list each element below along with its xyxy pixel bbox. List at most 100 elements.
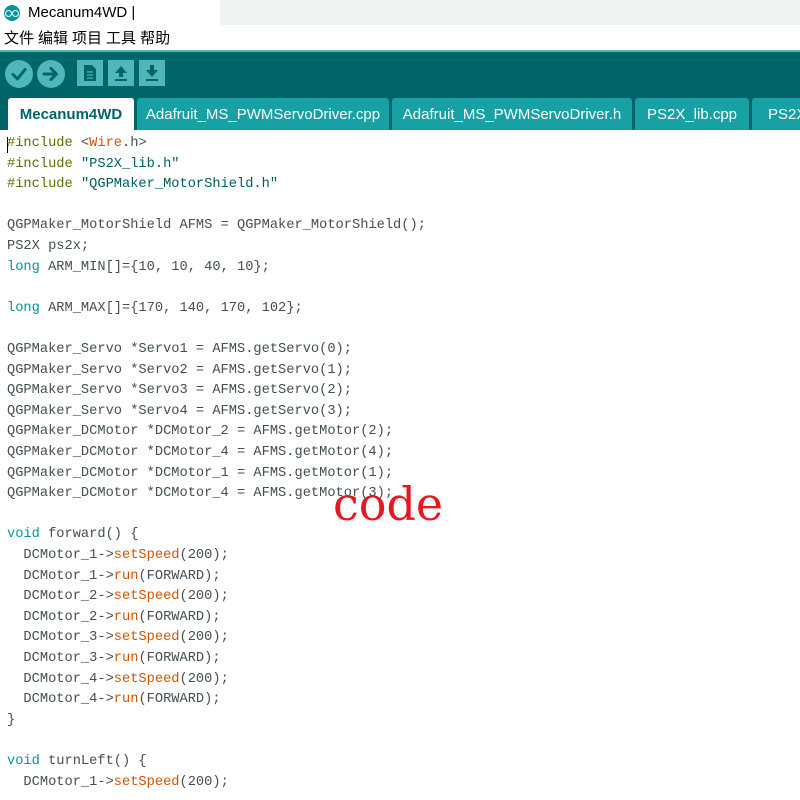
tab-ps2x-lib-h[interactable]: PS2X	[752, 98, 800, 130]
open-sketch-button[interactable]	[108, 60, 134, 86]
open-icon	[115, 66, 127, 81]
code-token: setSpeed	[113, 548, 180, 563]
code-token: DCMotor_1->	[7, 568, 114, 584]
code-token: (FORWARD);	[138, 692, 221, 708]
code-token: run	[113, 651, 139, 666]
code-token: .h>	[122, 136, 147, 151]
code-line[interactable]: DCMotor_2->run(FORWARD);	[7, 608, 221, 628]
code-token: DCMotor_1->	[7, 774, 114, 790]
code-token: (200);	[179, 589, 229, 605]
code-token: long	[7, 300, 40, 316]
verify-button[interactable]	[5, 60, 33, 88]
code-token: void	[7, 527, 40, 543]
code-line[interactable]: QGPMaker_MotorShield AFMS = QGPMaker_Mot…	[7, 216, 426, 236]
menu-edit[interactable]: 编辑	[38, 27, 68, 48]
code-line[interactable]: }	[7, 711, 15, 731]
code-token: QGPMaker_MotorShield AFMS = QGPMaker_Mot…	[7, 218, 426, 234]
code-token: ARM_MAX[]={170, 140, 170, 102};	[39, 300, 303, 316]
code-token: }	[7, 712, 16, 728]
code-token: (FORWARD);	[138, 609, 221, 625]
code-line[interactable]: QGPMaker_Servo *Servo3 = AFMS.getServo(2…	[7, 381, 352, 401]
tab-pwm-servo-driver-cpp[interactable]: Adafruit_MS_PWMServoDriver.cpp	[137, 98, 389, 130]
code-line[interactable]: void forward() {	[7, 525, 138, 545]
code-token: forward() {	[39, 527, 139, 543]
code-token: DCMotor_3->	[7, 630, 114, 646]
code-token: "PS2X_lib.h"	[80, 156, 180, 172]
tab-ps2x-lib-cpp[interactable]: PS2X_lib.cpp	[635, 98, 749, 130]
code-token: QGPMaker_Servo *Servo3 = AFMS.getServo(2…	[7, 383, 352, 399]
menu-help[interactable]: 帮助	[140, 27, 170, 48]
code-line[interactable]: QGPMaker_Servo *Servo1 = AFMS.getServo(0…	[7, 340, 352, 360]
code-line[interactable]: void turnLeft() {	[7, 752, 147, 772]
code-line[interactable]: DCMotor_3->run(FORWARD);	[7, 649, 221, 669]
code-token: DCMotor_2->	[7, 589, 114, 605]
code-token: #include	[7, 177, 81, 193]
upload-button[interactable]	[37, 60, 65, 88]
new-sketch-button[interactable]	[77, 60, 103, 86]
code-token: DCMotor_1->	[7, 548, 114, 563]
code-token: run	[113, 609, 139, 625]
code-line[interactable]: DCMotor_3->setSpeed(200);	[7, 628, 229, 648]
code-token: QGPMaker_Servo *Servo1 = AFMS.getServo(0…	[7, 342, 352, 357]
code-line[interactable]: long ARM_MIN[]={10, 10, 40, 10};	[7, 258, 270, 278]
code-token: ARM_MIN[]={10, 10, 40, 10};	[39, 259, 270, 275]
code-token: <	[80, 136, 90, 151]
menu-file[interactable]: 文件	[4, 27, 34, 48]
code-token: QGPMaker_DCMotor *DCMotor_2 = AFMS.getMo…	[7, 424, 394, 440]
code-token: run	[113, 692, 139, 708]
menu-bar: 文件 编辑 项目 工具 帮助	[0, 25, 800, 50]
window-title: Mecanum4WD |	[28, 4, 136, 21]
code-line[interactable]: DCMotor_1->setSpeed(200);	[7, 546, 229, 566]
code-token: QGPMaker_DCMotor *DCMotor_4 = AFMS.getMo…	[7, 445, 394, 460]
code-line[interactable]: DCMotor_1->setSpeed(200);	[7, 773, 229, 793]
code-line[interactable]: DCMotor_4->run(FORWARD);	[7, 690, 221, 710]
menu-tools[interactable]: 工具	[106, 27, 136, 48]
save-sketch-button[interactable]	[139, 60, 165, 86]
code-line[interactable]: #include "QGPMaker_MotorShield.h"	[7, 175, 278, 195]
code-token: DCMotor_4->	[7, 692, 114, 708]
save-icon	[146, 65, 158, 81]
menu-project[interactable]: 项目	[72, 27, 102, 48]
code-token: setSpeed	[113, 671, 180, 687]
code-line[interactable]: QGPMaker_DCMotor *DCMotor_2 = AFMS.getMo…	[7, 422, 393, 442]
tab-pwm-servo-driver-h[interactable]: Adafruit_MS_PWMServoDriver.h	[392, 98, 632, 130]
code-line[interactable]: DCMotor_2->setSpeed(200);	[7, 587, 229, 607]
code-token: QGPMaker_Servo *Servo4 = AFMS.getServo(3…	[7, 403, 352, 419]
code-line[interactable]: long ARM_MAX[]={170, 140, 170, 102};	[7, 299, 303, 319]
code-token: PS2X ps2x;	[7, 239, 90, 254]
code-line[interactable]: QGPMaker_Servo *Servo4 = AFMS.getServo(3…	[7, 402, 352, 422]
code-token: (200);	[179, 671, 229, 687]
code-token: DCMotor_2->	[7, 609, 114, 625]
code-token: long	[7, 259, 40, 275]
code-line[interactable]: DCMotor_4->setSpeed(200);	[7, 670, 229, 690]
tab-mecanum4wd[interactable]: Mecanum4WD	[8, 98, 134, 130]
arduino-logo-icon	[4, 4, 20, 21]
code-line[interactable]: #include "PS2X_lib.h"	[7, 155, 180, 175]
code-token: (FORWARD);	[138, 651, 221, 666]
code-token: "QGPMaker_MotorShield.h"	[80, 177, 279, 193]
code-token: #include	[7, 156, 81, 172]
code-line[interactable]: PS2X ps2x;	[7, 237, 89, 257]
code-line[interactable]: QGPMaker_Servo *Servo2 = AFMS.getServo(1…	[7, 361, 352, 381]
code-token: DCMotor_4->	[7, 671, 114, 687]
code-token: Wire	[89, 136, 123, 151]
code-token: (200);	[179, 774, 229, 790]
code-token: turnLeft() {	[39, 754, 147, 769]
code-token: run	[113, 568, 139, 584]
code-token: QGPMaker_Servo *Servo2 = AFMS.getServo(1…	[7, 362, 352, 378]
code-token: (200);	[179, 548, 229, 563]
code-token: void	[7, 754, 40, 769]
new-icon	[84, 65, 96, 81]
code-token: #include	[7, 136, 81, 151]
code-line[interactable]: DCMotor_1->run(FORWARD);	[7, 567, 220, 587]
verify-icon	[11, 68, 27, 81]
toolbar	[0, 50, 800, 98]
code-line[interactable]: #include <Wire.h>	[7, 134, 147, 154]
tab-bar: Mecanum4WD Adafruit_MS_PWMServoDriver.cp…	[0, 96, 800, 130]
title-bar-spacer	[220, 0, 800, 25]
code-token: setSpeed	[113, 774, 180, 790]
code-token: DCMotor_3->	[7, 651, 114, 666]
code-line[interactable]: QGPMaker_DCMotor *DCMotor_4 = AFMS.getMo…	[7, 443, 393, 463]
code-token: (200);	[179, 630, 229, 646]
code-editor[interactable]: #include <Wire.h> #include "PS2X_lib.h" #i…	[0, 134, 800, 800]
